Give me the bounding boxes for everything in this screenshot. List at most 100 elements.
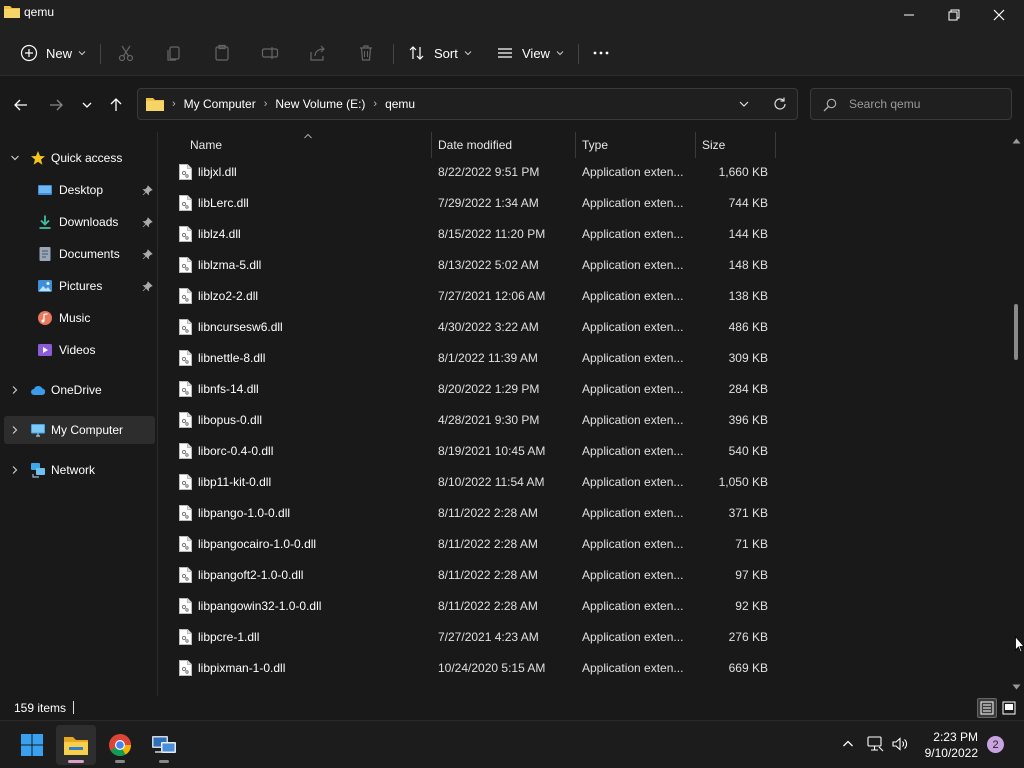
table-row[interactable]: libncursesw6.dll 4/30/2022 3:22 AM Appli… [173, 313, 778, 344]
forward-button[interactable] [45, 94, 67, 116]
cut-button[interactable] [117, 38, 135, 68]
pin-icon [142, 280, 153, 291]
breadcrumb-my-computer[interactable]: My Computer [184, 97, 256, 111]
table-row[interactable]: libjxl.dll 8/22/2022 9:51 PM Application… [173, 158, 778, 189]
close-button[interactable] [976, 0, 1022, 30]
sidebar-item-label: Videos [59, 343, 96, 357]
column-divider[interactable] [431, 132, 432, 158]
sidebar-item-pictures[interactable]: Pictures [4, 272, 155, 300]
up-button[interactable] [105, 94, 127, 116]
table-row[interactable]: libpcre-1.dll 7/27/2021 4:23 AM Applicat… [173, 623, 778, 654]
refresh-icon[interactable] [772, 96, 788, 112]
file-name: libpixman-1-0.dll [198, 661, 286, 675]
file-type: Application exten... [582, 351, 684, 365]
show-hidden-icons-button[interactable] [839, 735, 857, 753]
taskbar-file-explorer[interactable] [56, 725, 96, 765]
column-divider[interactable] [695, 132, 696, 158]
address-dropdown-icon[interactable] [738, 98, 750, 110]
search-input[interactable] [849, 95, 1004, 113]
sidebar-item-videos[interactable]: Videos [4, 336, 155, 364]
column-header-date[interactable]: Date modified [438, 138, 512, 152]
table-row[interactable]: libLerc.dll 7/29/2022 1:34 AM Applicatio… [173, 189, 778, 220]
chevron-right-icon[interactable]: › [373, 98, 377, 110]
table-row[interactable]: liblz4.dll 8/15/2022 11:20 PM Applicatio… [173, 220, 778, 251]
table-row[interactable]: libnettle-8.dll 8/1/2022 11:39 AM Applic… [173, 344, 778, 375]
sidebar-item-downloads[interactable]: Downloads [4, 208, 155, 236]
table-row[interactable]: liborc-0.4-0.dll 8/19/2021 10:45 AM Appl… [173, 437, 778, 468]
music-icon [38, 311, 52, 325]
notification-badge[interactable]: 2 [987, 736, 1004, 753]
column-header-size[interactable]: Size [702, 138, 725, 152]
table-row[interactable]: libpango-1.0-0.dll 8/11/2022 2:28 AM App… [173, 499, 778, 530]
video-icon [38, 344, 52, 356]
sidebar-item-my-computer[interactable]: My Computer [4, 416, 155, 444]
delete-button[interactable] [357, 38, 375, 68]
column-header-name[interactable]: Name [190, 138, 222, 152]
breadcrumb-new-volume[interactable]: New Volume (E:) [275, 97, 365, 111]
file-name: libpangowin32-1.0-0.dll [198, 599, 322, 613]
sidebar-item-documents[interactable]: Documents [4, 240, 155, 268]
chevron-down-icon[interactable] [10, 153, 20, 163]
table-row[interactable]: libp11-kit-0.dll 8/10/2022 11:54 AM Appl… [173, 468, 778, 499]
recent-locations-button[interactable] [76, 94, 98, 116]
table-row[interactable]: libpixman-1-0.dll 10/24/2020 5:15 AM App… [173, 654, 778, 685]
chevron-right-icon[interactable] [10, 465, 20, 475]
file-date: 8/10/2022 11:54 AM [438, 475, 545, 489]
sidebar-item-onedrive[interactable]: OneDrive [4, 376, 155, 404]
chevron-down-icon [464, 51, 472, 56]
table-row[interactable]: libopus-0.dll 4/28/2021 9:30 PM Applicat… [173, 406, 778, 437]
file-explorer-icon [64, 737, 88, 755]
chevron-right-icon[interactable]: › [264, 98, 268, 110]
sidebar-item-quick-access[interactable]: Quick access [4, 144, 155, 172]
trash-icon [360, 45, 372, 61]
rename-button[interactable] [261, 38, 279, 68]
view-button[interactable]: View [496, 38, 564, 68]
restore-button[interactable] [931, 0, 977, 30]
start-button[interactable] [12, 725, 52, 765]
file-name: libnettle-8.dll [198, 351, 266, 365]
chevron-right-icon[interactable] [10, 385, 20, 395]
table-row[interactable]: liblzo2-2.dll 7/27/2021 12:06 AM Applica… [173, 282, 778, 313]
volume-button[interactable] [891, 735, 909, 753]
address-bar[interactable]: › My Computer › New Volume (E:) › qemu [137, 88, 798, 120]
more-options-button[interactable] [592, 38, 610, 68]
thumbnail-view-button[interactable] [999, 698, 1019, 718]
chevron-down-icon [82, 102, 92, 108]
sidebar-item-desktop[interactable]: Desktop [4, 176, 155, 204]
file-size: 97 KB [735, 568, 768, 582]
search-box[interactable] [810, 88, 1012, 120]
copy-button[interactable] [165, 38, 183, 68]
vertical-scrollbar[interactable] [1009, 132, 1024, 696]
minimize-button[interactable] [886, 0, 932, 30]
paste-button[interactable] [213, 38, 231, 68]
breadcrumb-qemu[interactable]: qemu [385, 97, 415, 111]
scrollbar-thumb[interactable] [1014, 304, 1018, 360]
desktop-icon [38, 185, 52, 195]
clock[interactable]: 2:23 PM 9/10/2022 [916, 729, 978, 761]
table-row[interactable]: libnfs-14.dll 8/20/2022 1:29 PM Applicat… [173, 375, 778, 406]
table-row[interactable]: libpangocairo-1.0-0.dll 8/11/2022 2:28 A… [173, 530, 778, 561]
sidebar-item-music[interactable]: Music [4, 304, 155, 332]
scroll-up-icon[interactable] [1012, 138, 1021, 144]
back-button[interactable] [10, 94, 32, 116]
share-button[interactable] [309, 38, 327, 68]
table-row[interactable]: libpangowin32-1.0-0.dll 8/11/2022 2:28 A… [173, 592, 778, 623]
sidebar-item-network[interactable]: Network [4, 456, 155, 484]
table-row[interactable]: libpangoft2-1.0-0.dll 8/11/2022 2:28 AM … [173, 561, 778, 592]
scroll-down-icon[interactable] [1012, 684, 1021, 690]
dll-file-icon [179, 474, 192, 490]
sort-button[interactable]: Sort [408, 38, 472, 68]
taskbar-remote-desktop[interactable] [144, 725, 184, 765]
new-button[interactable]: New [20, 38, 86, 68]
column-divider[interactable] [575, 132, 576, 158]
column-divider[interactable] [775, 132, 776, 158]
network-status-icon [866, 736, 883, 752]
dll-file-icon [179, 257, 192, 273]
network-status-button[interactable] [866, 735, 884, 753]
taskbar-chrome[interactable] [100, 725, 140, 765]
details-view-button[interactable] [977, 698, 997, 718]
chevron-right-icon[interactable] [10, 425, 20, 435]
table-row[interactable]: liblzma-5.dll 8/13/2022 5:02 AM Applicat… [173, 251, 778, 282]
speaker-icon [891, 737, 907, 751]
column-header-type[interactable]: Type [582, 138, 608, 152]
